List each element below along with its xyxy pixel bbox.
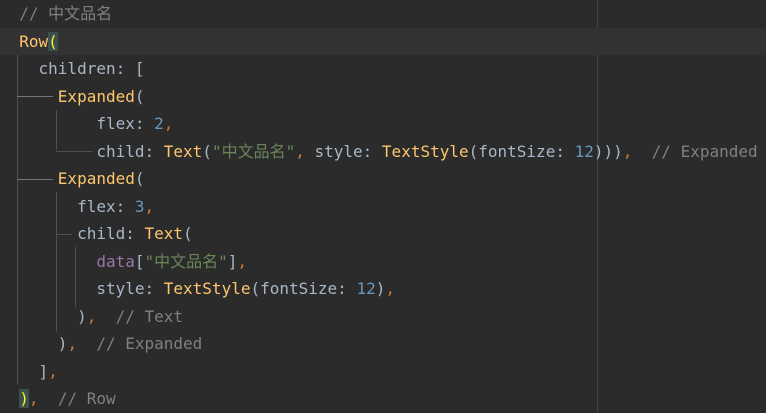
code-token: // Expanded <box>632 141 758 161</box>
code-token: "中文品名" <box>144 251 228 271</box>
code-token: // Expanded <box>77 334 203 353</box>
code-line[interactable]: style: TextStyle(fontSize: 12), <box>0 275 766 302</box>
code-line[interactable]: Expanded( <box>0 83 766 110</box>
code-token: , <box>237 251 248 271</box>
code-token: ( <box>48 31 58 51</box>
code-line[interactable]: // 中文品名 <box>0 0 766 27</box>
code-token: 12 <box>356 279 376 298</box>
code-token: TextStyle <box>163 279 251 298</box>
code-token: , <box>144 196 155 216</box>
code-token: ] <box>0 361 49 381</box>
code-line[interactable]: Expanded( <box>0 165 766 192</box>
code-token: flex: <box>0 196 135 216</box>
code-token: Expanded <box>0 86 135 106</box>
code-token: TextStyle <box>381 141 469 161</box>
code-token: ) <box>613 141 623 161</box>
code-token: , <box>67 334 78 353</box>
code-token: "中文品名" <box>211 141 296 161</box>
code-line[interactable]: child: Text("中文品名", style: TextStyle(fon… <box>0 138 766 165</box>
code-token: child: <box>0 224 145 243</box>
code-token: , <box>163 114 174 133</box>
code-token: ] <box>227 251 238 271</box>
code-editor[interactable]: // 中文品名 Row( children: [ Expanded( flex:… <box>0 0 766 413</box>
code-token: (fontSize: <box>250 279 357 298</box>
code-token: children: [ <box>0 59 145 78</box>
code-line[interactable]: ], <box>0 358 766 385</box>
code-token: [ <box>134 251 145 271</box>
code-token: ( <box>202 141 212 161</box>
code-token: data <box>96 251 135 271</box>
code-token: ) <box>375 279 386 298</box>
code-line[interactable]: children: [ <box>0 55 766 82</box>
code-token: )) <box>593 141 614 161</box>
code-line[interactable]: Row( <box>0 27 766 55</box>
code-line[interactable]: ), // Text <box>0 303 766 330</box>
code-line[interactable]: ), // Expanded <box>0 330 766 357</box>
code-token: Text <box>163 141 203 161</box>
code-token: ) <box>0 334 68 353</box>
code-token: ) <box>19 389 29 408</box>
code-token: 3 <box>134 196 145 216</box>
code-token: ( <box>134 86 145 106</box>
code-token: ( <box>134 169 145 188</box>
code-token: Row <box>0 31 49 51</box>
code-line[interactable]: ), // Row <box>0 385 766 412</box>
code-token: style: <box>314 141 382 161</box>
code-token: Text <box>144 224 184 243</box>
code-token: (fontSize: <box>468 141 575 161</box>
code-token: 2 <box>154 114 164 133</box>
code-token: // Row <box>38 389 116 408</box>
code-token: style: <box>0 279 164 298</box>
code-token: // Text <box>96 306 184 326</box>
code-token: , <box>295 141 315 161</box>
code-token: ) <box>0 306 87 326</box>
code-line[interactable]: flex: 3, <box>0 193 766 220</box>
code-token: // 中文品名 <box>0 4 113 23</box>
code-token: , <box>622 141 633 161</box>
code-token: child: <box>0 141 164 161</box>
code-line[interactable]: data["中文品名"], <box>0 248 766 275</box>
code-token: Expanded <box>0 169 135 188</box>
code-token: 12 <box>574 141 594 161</box>
code-line[interactable]: child: Text( <box>0 220 766 247</box>
code-token: , <box>385 279 395 298</box>
code-line[interactable]: flex: 2, <box>0 110 766 137</box>
code-token: flex: <box>0 114 155 133</box>
code-token: ( <box>183 224 193 243</box>
code-token: , <box>48 361 58 381</box>
code-token: , <box>28 389 39 408</box>
code-token: , <box>86 306 97 326</box>
